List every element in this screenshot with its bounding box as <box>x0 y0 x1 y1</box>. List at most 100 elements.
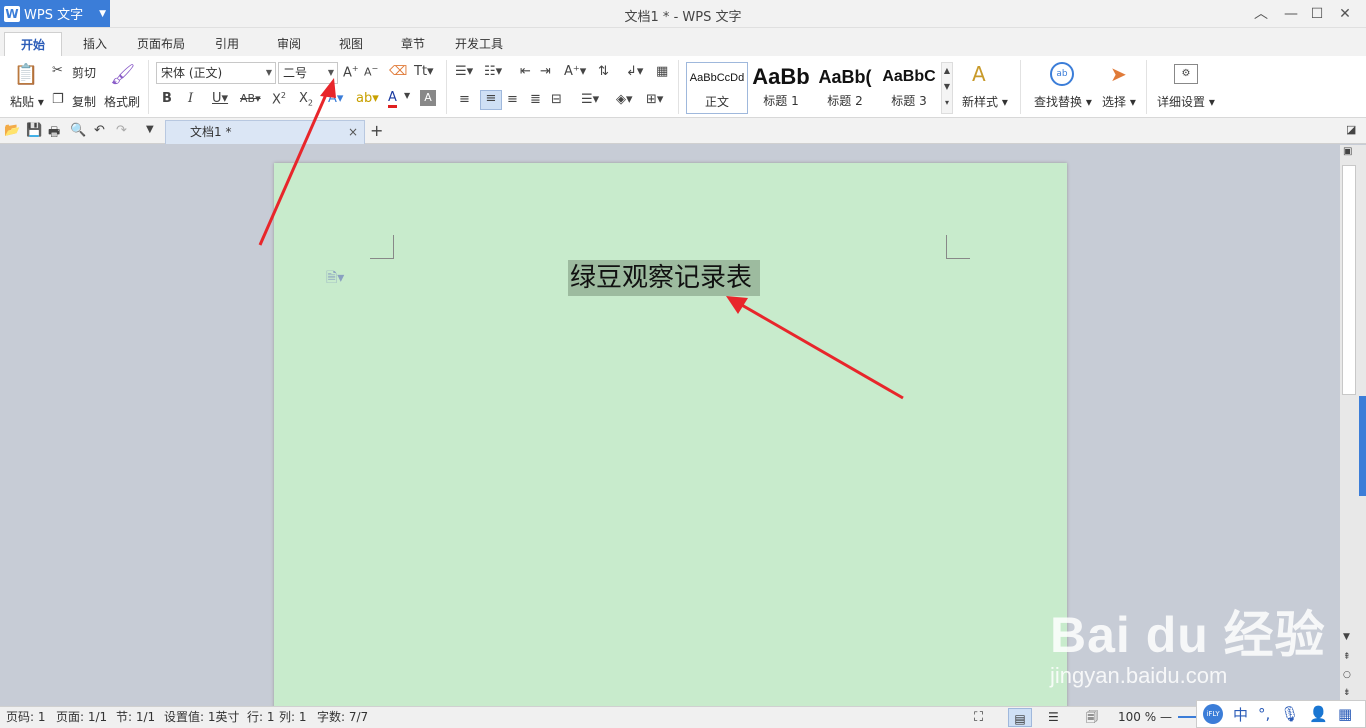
increase-indent-icon[interactable]: ⇥ <box>540 64 551 79</box>
previous-page-icon[interactable]: ⇞ <box>1343 652 1351 662</box>
tab-references[interactable]: 引用 <box>202 32 252 56</box>
highlight-icon[interactable]: ab▾ <box>356 91 379 106</box>
sort-icon[interactable]: ⇅ <box>598 64 609 79</box>
status-word-count[interactable]: 字数: 7/7 <box>317 707 368 728</box>
select-browse-object-icon[interactable]: ○ <box>1343 670 1351 680</box>
ime-mode[interactable]: 中 <box>1233 704 1248 725</box>
superscript-icon[interactable]: X2 <box>272 91 286 107</box>
copy-button[interactable]: 复制 <box>72 93 96 110</box>
zoom-level[interactable]: 100 % <box>1118 707 1156 728</box>
minimize-button[interactable]: — <box>1280 4 1302 24</box>
style-heading-3[interactable]: AaBbC 标题 3 <box>878 62 940 114</box>
open-folder-icon[interactable]: 📂 <box>4 123 20 138</box>
customize-quick-access-icon[interactable]: ▼ <box>146 124 154 135</box>
paragraph-mark-icon[interactable]: ↲▾ <box>626 64 643 79</box>
italic-icon[interactable]: I <box>188 91 193 106</box>
selected-title-text[interactable]: 绿豆观察记录表 <box>568 260 761 296</box>
font-family-select[interactable]: 宋体 (正文) ▼ <box>156 62 276 84</box>
tab-insert[interactable]: 插入 <box>70 32 120 56</box>
align-center-icon[interactable]: ≡ <box>480 90 502 110</box>
underline-icon[interactable]: U▾ <box>212 91 228 106</box>
app-menu-button[interactable]: W WPS 文字 ▼ <box>0 0 110 27</box>
side-panel-toggle[interactable] <box>1359 396 1366 496</box>
document-page[interactable]: 🗎▾ <box>274 163 1067 723</box>
select-button[interactable]: 选择 ▾ <box>1102 93 1136 110</box>
table-icon[interactable]: ▦ <box>656 64 668 79</box>
paste-button[interactable]: 粘贴 ▾ <box>10 93 44 110</box>
subscript-icon[interactable]: X2 <box>299 91 313 108</box>
print-preview-icon[interactable]: 🔍 <box>70 123 86 138</box>
detail-settings-icon[interactable]: ⚙ <box>1174 64 1198 84</box>
grid-menu-icon[interactable]: ▦ <box>1338 705 1352 723</box>
maximize-button[interactable]: ☐ <box>1306 4 1328 24</box>
collapse-ribbon-icon[interactable]: ︿ <box>1250 4 1272 24</box>
user-icon[interactable]: 👤 <box>1309 705 1328 723</box>
scrollbar-thumb[interactable] <box>1342 165 1356 395</box>
document-tab[interactable]: 文档1 * × <box>165 120 365 144</box>
tab-chapter[interactable]: 章节 <box>388 32 438 56</box>
bullet-list-icon[interactable]: ☰▾ <box>455 64 473 79</box>
format-painter-icon[interactable]: 🖌 <box>110 62 135 86</box>
ime-toolbar[interactable]: iFLY 中 °, 🎙 👤 ▦ <box>1196 700 1366 728</box>
new-style-button[interactable]: 新样式 ▾ <box>962 93 1008 110</box>
format-painter-button[interactable]: 格式刷 <box>104 93 140 110</box>
scissors-icon[interactable]: ✂ <box>52 63 63 78</box>
paste-icon[interactable]: 📋 <box>12 62 40 88</box>
fullscreen-icon[interactable]: ⛶ <box>974 707 983 728</box>
bold-icon[interactable]: B <box>162 91 172 106</box>
chevron-down-icon[interactable]: ▼ <box>404 91 410 100</box>
paragraph-layout-icon[interactable]: 🗎▾ <box>326 267 344 291</box>
find-replace-button[interactable]: 查找替换 ▾ <box>1034 93 1092 110</box>
tab-page-layout[interactable]: 页面布局 <box>128 32 194 56</box>
scroll-down-icon[interactable]: ▼ <box>1343 632 1350 642</box>
page-view-icon[interactable]: ▤ <box>1008 708 1032 727</box>
close-button[interactable]: ✕ <box>1334 4 1356 24</box>
shading-icon[interactable]: ◈▾ <box>616 92 633 107</box>
collapse-icon[interactable]: ◪ <box>1346 123 1356 136</box>
print-icon[interactable]: 🖶 <box>48 123 60 145</box>
style-normal[interactable]: AaBbCcDd 正文 <box>686 62 748 114</box>
change-case-icon[interactable]: A⁺▾ <box>564 64 586 79</box>
shrink-font-icon[interactable]: A− <box>364 64 378 79</box>
status-setting[interactable]: 设置值: 1英寸 <box>164 707 240 728</box>
web-view-icon[interactable]: 🗐 <box>1086 707 1098 728</box>
tab-developer[interactable]: 开发工具 <box>446 32 512 56</box>
tab-home[interactable]: 开始 <box>4 32 62 56</box>
find-replace-icon[interactable]: ab <box>1050 62 1074 86</box>
text-effect-icon[interactable]: Tt▾ <box>414 64 434 79</box>
align-left-icon[interactable]: ≡ <box>459 92 470 107</box>
style-heading-1[interactable]: AaBb 标题 1 <box>750 62 812 114</box>
style-heading-2[interactable]: AaBb( 标题 2 <box>814 62 876 114</box>
zoom-slider[interactable] <box>1178 716 1198 718</box>
redo-icon[interactable]: ↷ <box>116 123 127 138</box>
undo-icon[interactable]: ↶ <box>94 123 105 138</box>
numbered-list-icon[interactable]: ☷▾ <box>484 64 502 79</box>
strikethrough-icon[interactable]: AB▾ <box>240 92 261 105</box>
align-right-icon[interactable]: ≡ <box>507 92 518 107</box>
cursor-select-icon[interactable]: ➤ <box>1110 62 1127 86</box>
clear-format-icon[interactable]: ⌫ <box>389 64 407 79</box>
zoom-out-icon[interactable]: — <box>1160 707 1172 728</box>
split-view-icon[interactable]: ▣ <box>1343 146 1352 157</box>
borders-icon[interactable]: ⊞▾ <box>646 92 663 107</box>
justify-icon[interactable]: ≣ <box>530 92 541 107</box>
close-tab-icon[interactable]: × <box>348 121 358 143</box>
distribute-icon[interactable]: ⊟ <box>551 92 562 107</box>
font-size-select[interactable]: 二号 ▼ <box>278 62 338 84</box>
tab-review[interactable]: 审阅 <box>264 32 314 56</box>
text-outline-icon[interactable]: A▾ <box>328 91 343 106</box>
next-page-icon[interactable]: ⇟ <box>1343 688 1351 698</box>
tab-view[interactable]: 视图 <box>326 32 376 56</box>
line-spacing-icon[interactable]: ☰▾ <box>581 92 599 107</box>
cut-button[interactable]: 剪切 <box>72 64 96 81</box>
char-shading-icon[interactable]: A <box>420 90 436 106</box>
decrease-indent-icon[interactable]: ⇤ <box>520 64 531 79</box>
punctuation-icon[interactable]: °, <box>1258 705 1270 723</box>
grow-font-icon[interactable]: A+ <box>343 64 359 80</box>
styles-scroll[interactable]: ▲ ▼ ▾ <box>941 62 953 114</box>
microphone-icon[interactable]: 🎙 <box>1280 705 1299 723</box>
save-icon[interactable]: 💾 <box>26 123 42 138</box>
new-style-icon[interactable]: A <box>972 62 986 86</box>
copy-icon[interactable]: ❐ <box>52 92 64 107</box>
font-color-icon[interactable]: A <box>388 91 397 108</box>
